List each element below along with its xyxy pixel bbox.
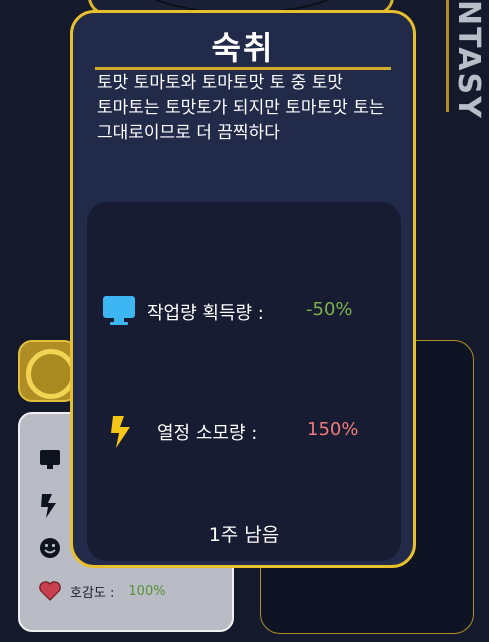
- stat-row-affection: 호감도 : 100%: [38, 580, 166, 602]
- event-dialog[interactable]: 숙취 토맛 토마토와 토마토맛 토 중 토맛 토마토는 토맛토가 되지만 토마토…: [70, 10, 416, 568]
- dialog-title: 숙취: [211, 29, 275, 67]
- effect-row-passion: 열정 소모량 : 150%: [87, 410, 401, 450]
- effect-value-work: -50%: [306, 299, 353, 320]
- smiley-icon: [40, 538, 60, 558]
- title-divider: [95, 67, 391, 70]
- effect-value-passion: 150%: [307, 419, 359, 440]
- effect-label-passion: 열정 소모량 :: [157, 423, 258, 444]
- stat-row-passion: [38, 492, 62, 520]
- effects-panel: 작업량 획득량 : -50% 열정 소모량 : 150% 1주 남음: [87, 202, 401, 561]
- side-title-label: NTASY: [451, 0, 486, 120]
- monitor-icon: [40, 450, 60, 469]
- chart-icon: [26, 349, 76, 399]
- stat-row-mood: [38, 536, 62, 560]
- effect-row-work: 작업량 획득량 : -50%: [87, 290, 401, 330]
- monitor-icon: [103, 296, 135, 325]
- heart-icon: [39, 581, 61, 601]
- remaining-duration: 1주 남음: [208, 524, 280, 546]
- effect-label-work: 작업량 획득량 :: [147, 303, 264, 324]
- stat-row-work: [38, 448, 62, 472]
- chart-button[interactable]: [18, 340, 78, 402]
- lightning-icon: [41, 494, 56, 518]
- lightning-icon: [111, 416, 130, 448]
- dialog-description: 토맛 토마토와 토마토맛 토 중 토맛 토마토는 토맛토가 되지만 토마토맛 토…: [97, 73, 385, 143]
- affection-label: 호감도 :: [70, 585, 115, 601]
- affection-value: 100%: [128, 583, 166, 599]
